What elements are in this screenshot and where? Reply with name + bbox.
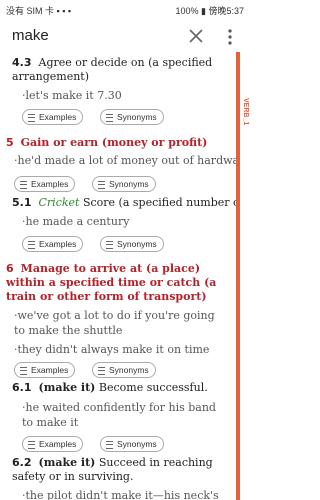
- list-icon: [106, 441, 113, 449]
- synonyms-button[interactable]: Synonyms: [92, 176, 156, 192]
- sense-definition: Become successful.: [98, 381, 208, 394]
- list-icon: [20, 367, 27, 375]
- list-icon: [98, 181, 105, 189]
- sense-number: 5.1: [12, 196, 32, 209]
- list-icon: [106, 241, 113, 249]
- entry-content[interactable]: 4.3 Agree or decide on (a specified arra…: [0, 52, 236, 500]
- sense-number: 6: [6, 262, 14, 275]
- list-icon: [98, 367, 105, 375]
- examples-button[interactable]: Examples: [22, 236, 84, 252]
- pos-label: VERB_1: [242, 98, 249, 126]
- list-icon: [28, 441, 35, 449]
- example: ·let's make it 7.30: [22, 89, 122, 102]
- sense-phrase: (make it): [38, 381, 96, 394]
- example: ·we've got a lot to do if you're going t…: [14, 309, 215, 337]
- sense-5: 5 Gain or earn (money or profit): [6, 136, 234, 150]
- sense-6-2: 6.2 (make it) Succeed in reaching safety…: [12, 456, 236, 484]
- sense-definition: Agree or decide on (a specified arrangem…: [12, 56, 213, 83]
- synonyms-button[interactable]: Synonyms: [92, 362, 156, 378]
- rail-bar: [236, 52, 240, 500]
- example: ·the pilot didn't make it—his neck's: [22, 489, 219, 500]
- synonyms-button[interactable]: Synonyms: [100, 236, 164, 252]
- sense-definition: Score (a specified number of runs): [82, 196, 236, 209]
- clear-icon[interactable]: [186, 26, 206, 46]
- sense-number: 6.2: [12, 456, 32, 469]
- sense-definition: Manage to arrive at (a place) within a s…: [6, 262, 217, 303]
- sense-6-1: 6.1 (make it) Become successful.: [12, 381, 232, 395]
- examples-button[interactable]: Examples: [14, 176, 76, 192]
- synonyms-button[interactable]: Synonyms: [100, 436, 164, 452]
- sense-6: 6 Manage to arrive at (a place) within a…: [6, 262, 228, 304]
- sense-definition: Gain or earn (money or profit): [20, 136, 208, 149]
- list-icon: [20, 181, 27, 189]
- example: ·he'd made a lot of money out of hardwar…: [14, 154, 236, 167]
- search-query[interactable]: make: [12, 27, 49, 44]
- synonyms-button[interactable]: Synonyms: [100, 109, 164, 125]
- status-left: 没有 SIM 卡 ▪ ▪ ▪: [6, 6, 72, 16]
- sense-number: 5: [6, 136, 14, 149]
- list-icon: [106, 114, 113, 122]
- example: ·they didn't always make it on time: [14, 343, 210, 356]
- more-menu-icon[interactable]: [224, 28, 236, 46]
- sense-domain: Cricket: [38, 196, 80, 209]
- part-of-speech-rail[interactable]: VERB_1: [236, 52, 250, 500]
- sense-number: 4.3: [12, 56, 32, 69]
- status-right: 100% ▮ 傍晚5:37: [175, 6, 245, 16]
- examples-button[interactable]: Examples: [22, 436, 84, 452]
- status-bar: 没有 SIM 卡 ▪ ▪ ▪ 100% ▮ 傍晚5:37: [0, 0, 250, 20]
- sense-number: 6.1: [12, 381, 32, 394]
- example: ·he made a century: [22, 215, 130, 228]
- list-icon: [28, 241, 35, 249]
- list-icon: [28, 114, 35, 122]
- example: ·he waited confidently for his band to m…: [22, 401, 216, 429]
- search-bar[interactable]: make: [0, 22, 250, 52]
- examples-button[interactable]: Examples: [22, 109, 84, 125]
- sense-5-1: 5.1 Cricket Score (a specified number of…: [12, 196, 236, 210]
- sense-4-3: 4.3 Agree or decide on (a specified arra…: [12, 56, 222, 84]
- sense-phrase: (make it): [38, 456, 96, 469]
- examples-button[interactable]: Examples: [14, 362, 76, 378]
